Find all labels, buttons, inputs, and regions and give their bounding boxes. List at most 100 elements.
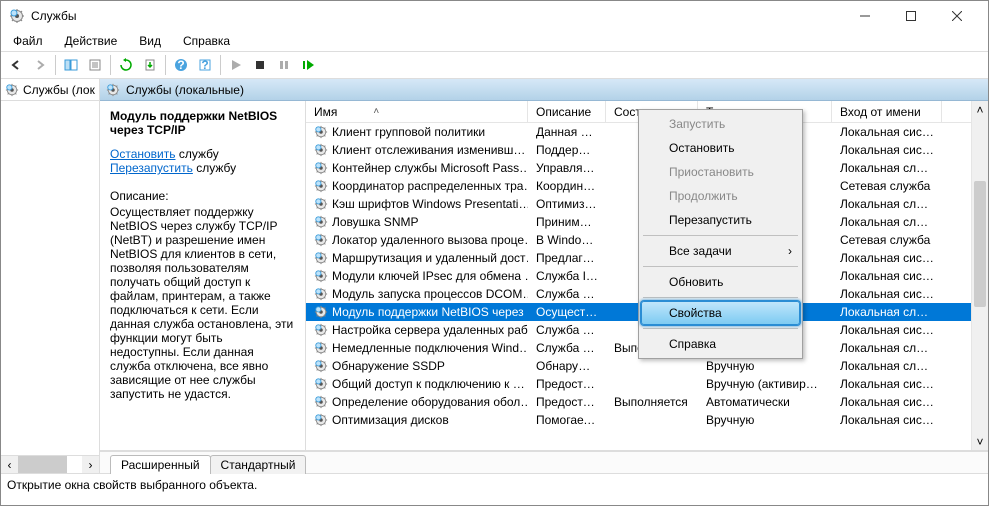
menu-file[interactable]: Файл (9, 32, 47, 50)
service-name: Общий доступ к подключению к … (332, 377, 525, 391)
gear-icon (314, 179, 328, 193)
menu-view[interactable]: Вид (135, 32, 165, 50)
context-menu: Запустить Остановить Приостановить Продо… (638, 109, 803, 359)
ctx-start[interactable]: Запустить (641, 112, 800, 136)
service-name: Оптимизация дисков (332, 413, 449, 427)
service-logon: Локальная слу… (832, 215, 942, 229)
service-logon: Локальная сис… (832, 323, 942, 337)
tab-standard[interactable]: Стандартный (210, 455, 307, 474)
service-desc: Служба IK… (528, 269, 606, 283)
ctx-pause[interactable]: Приостановить (641, 160, 800, 184)
app-icon (9, 8, 25, 24)
close-button[interactable] (934, 1, 980, 31)
scroll-down-icon[interactable]: ˅ (972, 433, 988, 450)
service-name: Обнаружение SSDP (332, 359, 445, 373)
gear-icon (314, 413, 328, 427)
list-vscrollbar[interactable]: ˄ ˅ (971, 101, 988, 450)
service-logon: Сетевая служба (832, 233, 942, 247)
gear-icon (314, 161, 328, 175)
show-hide-tree-button[interactable] (60, 54, 82, 76)
start-button[interactable] (225, 54, 247, 76)
scroll-right-icon[interactable]: › (82, 456, 99, 473)
gear-icon (314, 395, 328, 409)
stop-link[interactable]: Остановить (110, 147, 176, 161)
table-row[interactable]: Обнаружение SSDPОбнаружи…ВручнуюЛокальна… (306, 357, 971, 375)
content-header-label: Службы (локальные) (126, 83, 244, 97)
column-logon[interactable]: Вход от имени (832, 101, 942, 122)
service-name: Определение оборудования обол… (332, 395, 528, 409)
service-logon: Локальная сис… (832, 251, 942, 265)
ctx-properties[interactable]: Свойства (641, 301, 800, 325)
service-name: Модуль поддержки NetBIOS через … (332, 305, 528, 319)
column-description[interactable]: Описание (528, 101, 606, 122)
service-desc: Служба на… (528, 323, 606, 337)
table-row[interactable]: Общий доступ к подключению к …Предостав…… (306, 375, 971, 393)
export-button[interactable] (139, 54, 161, 76)
service-logon: Локальная сис… (832, 143, 942, 157)
menu-help[interactable]: Справка (179, 32, 234, 50)
column-name[interactable]: Имя (306, 101, 528, 122)
service-startup: Вручную (698, 359, 832, 373)
ctx-resume[interactable]: Продолжить (641, 184, 800, 208)
ctx-refresh[interactable]: Обновить (641, 270, 800, 294)
ctx-restart[interactable]: Перезапустить (641, 208, 800, 232)
tab-extended[interactable]: Расширенный (110, 455, 211, 474)
stop-button[interactable] (249, 54, 271, 76)
gear-icon (314, 377, 328, 391)
table-row[interactable]: Оптимизация дисков Помогает … ВручнуюЛокал… (306, 411, 971, 429)
gear-icon (314, 359, 328, 373)
back-button[interactable] (5, 54, 27, 76)
gear-icon (314, 305, 328, 319)
service-name: Настройка сервера удаленных раб… (332, 323, 528, 337)
service-desc: Данная сл… (528, 125, 606, 139)
scroll-up-icon[interactable]: ˄ (972, 101, 988, 118)
gear-icon (314, 233, 328, 247)
description-text: Осуществляет поддержку NetBIOS через слу… (110, 205, 295, 401)
refresh-button[interactable] (115, 54, 137, 76)
service-logon: Локальная сис… (832, 269, 942, 283)
service-name: Немедленные подключения Wind… (332, 341, 528, 355)
service-startup: Вручную (698, 413, 832, 427)
gear-icon (314, 143, 328, 157)
service-name: Кэш шрифтов Windows Presentati… (332, 197, 528, 211)
menu-action[interactable]: Действие (61, 32, 122, 50)
gear-icon (314, 251, 328, 265)
service-name: Клиент групповой политики (332, 125, 485, 139)
table-row[interactable]: Определение оборудования обол…Предостав…… (306, 393, 971, 411)
statusbar: Открытие окна свойств выбранного объекта… (1, 473, 988, 495)
service-desc: Координа… (528, 179, 606, 193)
service-logon: Локальная сис… (832, 413, 942, 427)
service-desc: Предлагае… (528, 251, 606, 265)
service-logon: Локальная слу… (832, 305, 942, 319)
help-button[interactable]: ? (170, 54, 192, 76)
restart-link[interactable]: Перезапустить (110, 161, 193, 175)
titlebar: Службы (1, 1, 988, 31)
selected-service-name: Модуль поддержки NetBIOS через TCP/IP (110, 109, 295, 137)
menubar: Файл Действие Вид Справка (1, 31, 988, 51)
help2-button[interactable]: ? (194, 54, 216, 76)
service-name: Ловушка SNMP (332, 215, 418, 229)
gear-icon (314, 269, 328, 283)
maximize-button[interactable] (888, 1, 934, 31)
tree-hscrollbar[interactable]: ‹ › (1, 455, 99, 473)
ctx-help[interactable]: Справка (641, 332, 800, 356)
service-desc: Служба W… (528, 341, 606, 355)
pause-button[interactable] (273, 54, 295, 76)
toolbar: ? ? (1, 51, 988, 79)
properties-button[interactable] (84, 54, 106, 76)
ctx-stop[interactable]: Остановить (641, 136, 800, 160)
svg-text:?: ? (201, 58, 208, 72)
ctx-all-tasks[interactable]: Все задачи (641, 239, 800, 263)
service-desc: Оптимизи… (528, 197, 606, 211)
service-desc: Осуществ… (528, 305, 606, 319)
statusbar-text: Открытие окна свойств выбранного объекта… (7, 478, 257, 492)
minimize-button[interactable] (842, 1, 888, 31)
service-logon: Локальная сис… (832, 377, 942, 391)
forward-button[interactable] (29, 54, 51, 76)
scroll-left-icon[interactable]: ‹ (1, 456, 18, 473)
service-desc: Помогает … (528, 413, 606, 427)
tree-pane: Службы (лок ‹ › (1, 79, 100, 473)
gear-icon (314, 197, 328, 211)
tree-root[interactable]: Службы (лок (1, 79, 99, 101)
restart-button[interactable] (297, 54, 319, 76)
